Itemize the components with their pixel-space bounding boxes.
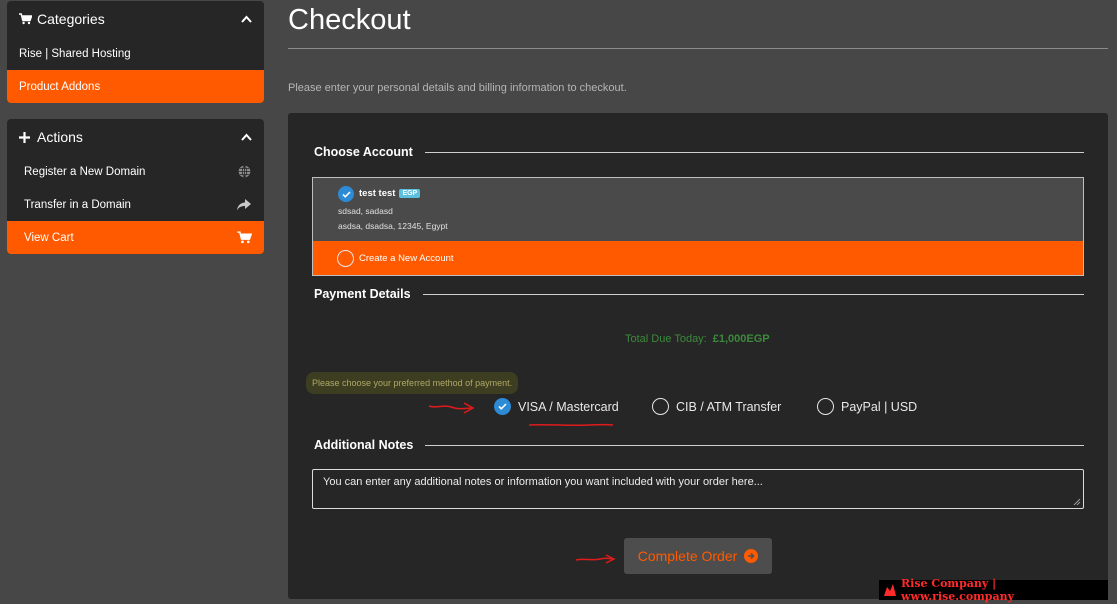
globe-icon — [236, 164, 252, 180]
divider — [288, 48, 1108, 49]
sidebar-item-label: Register a New Domain — [24, 165, 146, 178]
existing-account-option[interactable]: test test EGP sdsad, sadasd asdsa, dsads… — [313, 178, 1083, 241]
currency-badge: EGP — [399, 189, 421, 198]
payment-option-label: CIB / ATM Transfer — [676, 399, 782, 414]
total-value: £1,000EGP — [712, 333, 770, 345]
complete-order-button[interactable]: Complete Order — [624, 538, 772, 574]
additional-notes-heading: Additional Notes — [314, 438, 1084, 452]
share-arrow-icon — [236, 197, 252, 213]
arrow-right-circle-icon — [744, 549, 759, 563]
check-circle-icon[interactable] — [338, 186, 354, 202]
annotation-underline — [528, 423, 614, 427]
payment-option-paypal[interactable]: PayPal | USD — [817, 398, 917, 415]
divider — [425, 444, 1084, 446]
resize-grip-icon[interactable] — [1071, 496, 1081, 506]
choose-account-heading: Choose Account — [314, 145, 1084, 159]
account-address-line2: asdsa, dsadsa, 12345, Egypt — [338, 221, 448, 231]
page-title: Checkout — [288, 4, 411, 36]
watermark: Rise Company | www.rise.company — [879, 577, 1108, 603]
section-title: Choose Account — [314, 145, 413, 159]
account-address-line1: sdsad, sadasd — [338, 206, 393, 216]
divider — [422, 293, 1084, 295]
intro-text: Please enter your personal details and b… — [288, 82, 627, 94]
divider — [424, 151, 1084, 153]
button-label: Complete Order — [637, 548, 738, 564]
categories-header[interactable]: Categories — [7, 1, 264, 37]
new-account-option[interactable]: Create a New Account — [313, 241, 1083, 275]
notes-placeholder: You can enter any additional notes or in… — [323, 476, 763, 488]
plus-icon — [19, 131, 37, 143]
annotation-arrow-icon — [575, 554, 616, 564]
chevron-up-icon[interactable] — [241, 130, 252, 144]
payment-option-label: PayPal | USD — [841, 399, 918, 414]
actions-panel: Actions Register a New Domain Transfer i… — [7, 119, 264, 254]
section-title: Additional Notes — [314, 438, 414, 452]
payment-details-heading: Payment Details — [314, 287, 1084, 301]
new-account-label: Create a New Account — [359, 252, 454, 264]
sidebar-item-label: Product Addons — [19, 80, 101, 93]
payment-methods: VISA / Mastercard CIB / ATM Transfer Pay… — [288, 398, 1108, 416]
sidebar-item-transfer-domain[interactable]: Transfer in a Domain — [7, 188, 264, 221]
cart-icon — [236, 230, 252, 246]
watermark-text: Rise Company | www.rise.company — [901, 577, 1015, 603]
sidebar-item-label: View Cart — [24, 231, 74, 244]
sidebar-item-label: Rise | Shared Hosting — [19, 47, 131, 60]
checkout-card: Choose Account test test EGP sdsad, sada… — [288, 113, 1108, 599]
sidebar-item-register-domain[interactable]: Register a New Domain — [7, 155, 264, 188]
check-circle-icon[interactable] — [494, 398, 511, 415]
categories-panel: Categories Rise | Shared Hosting Product… — [7, 1, 264, 103]
radio-icon[interactable] — [652, 398, 669, 415]
rise-logo — [884, 584, 896, 596]
account-name-row: test test EGP — [359, 188, 421, 199]
account-name: test test — [359, 188, 396, 199]
sidebar-item-view-cart[interactable]: View Cart — [7, 221, 264, 254]
sidebar-item-shared-hosting[interactable]: Rise | Shared Hosting — [7, 37, 264, 70]
payment-hint: Please choose your preferred method of p… — [306, 372, 519, 394]
sidebar-item-product-addons[interactable]: Product Addons — [7, 70, 264, 103]
actions-header[interactable]: Actions — [7, 119, 264, 155]
cart-icon — [19, 13, 37, 25]
payment-option-visa[interactable]: VISA / Mastercard — [494, 398, 619, 415]
notes-textarea[interactable]: You can enter any additional notes or in… — [312, 469, 1084, 509]
categories-title: Categories — [37, 11, 105, 27]
payment-option-label: VISA / Mastercard — [518, 399, 619, 414]
sidebar-item-label: Transfer in a Domain — [24, 198, 131, 211]
radio-icon[interactable] — [337, 249, 354, 267]
payment-option-cib[interactable]: CIB / ATM Transfer — [652, 398, 781, 415]
section-title: Payment Details — [314, 287, 411, 301]
total-label: Total Due Today: — [625, 333, 707, 345]
account-selector: test test EGP sdsad, sadasd asdsa, dsads… — [312, 177, 1084, 276]
radio-icon[interactable] — [817, 398, 834, 415]
total-due: Total Due Today: £1,000EGP — [625, 333, 770, 345]
actions-title: Actions — [37, 129, 83, 145]
chevron-up-icon[interactable] — [241, 12, 252, 26]
